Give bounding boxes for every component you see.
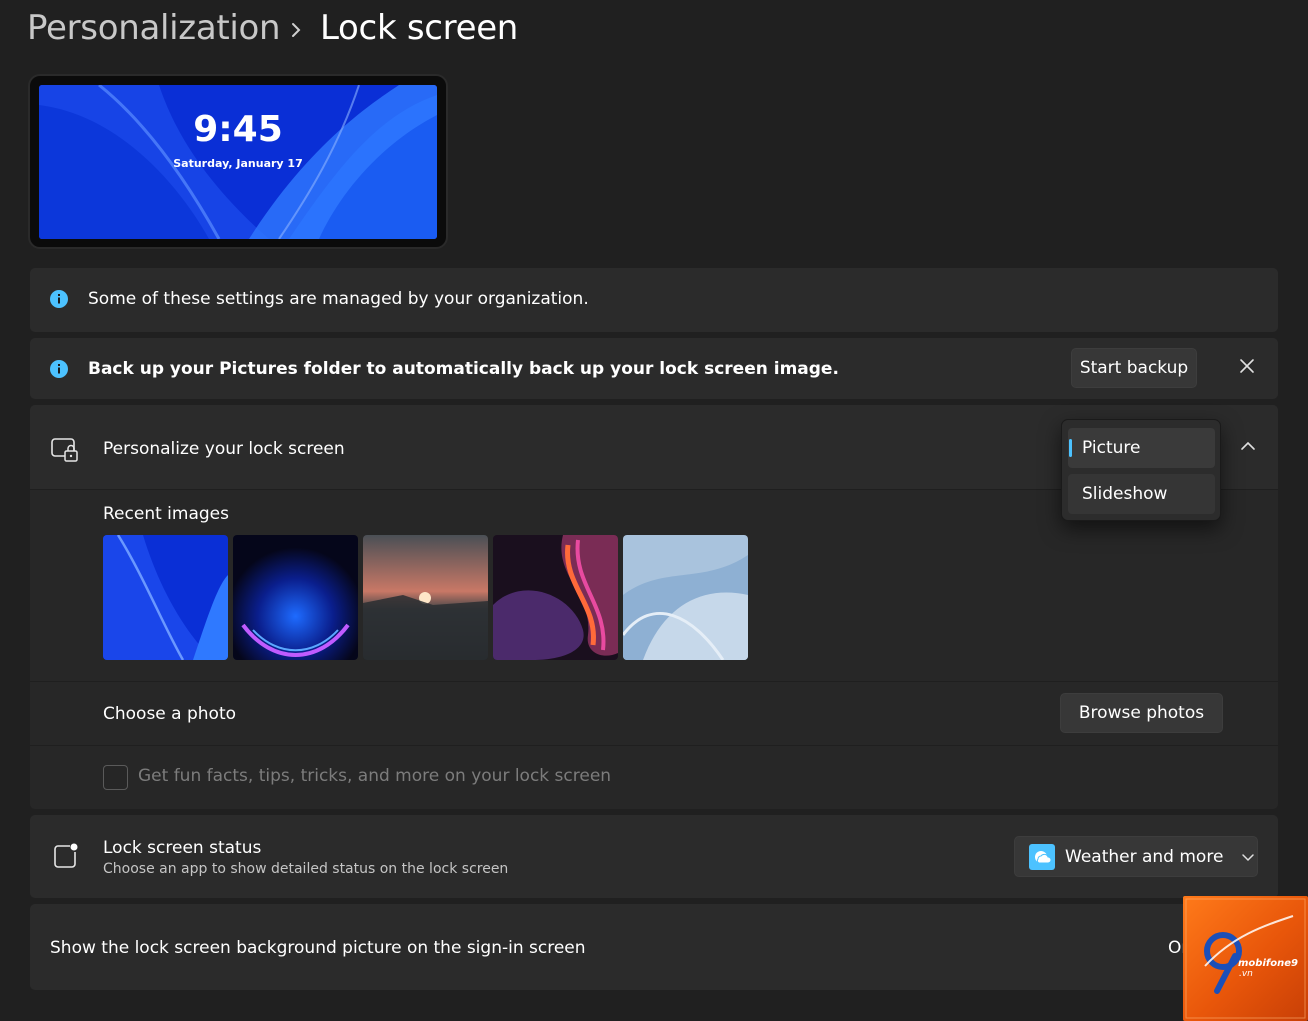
status-app-select[interactable]: Weather and more <box>1014 836 1258 877</box>
lock-screen-icon <box>51 438 78 462</box>
recent-image-4[interactable] <box>493 535 618 660</box>
status-title: Lock screen status <box>103 838 262 858</box>
dropdown-option-slideshow[interactable]: Slideshow <box>1068 474 1215 514</box>
breadcrumb-parent[interactable]: Personalization <box>27 8 281 48</box>
start-backup-button[interactable]: Start backup <box>1071 348 1197 388</box>
watermark-brand: mobifone9 <box>1238 958 1298 969</box>
dropdown-option-picture[interactable]: Picture <box>1068 428 1215 468</box>
signin-background-label: Show the lock screen background picture … <box>50 938 586 958</box>
page-title: Lock screen <box>320 8 519 48</box>
status-app-value: Weather and more <box>1065 846 1224 867</box>
personalize-title: Personalize your lock screen <box>103 439 345 459</box>
recent-image-3[interactable] <box>363 535 488 660</box>
preview-date: Saturday, January 17 <box>173 157 303 170</box>
chevron-down-icon <box>1242 853 1255 861</box>
selection-indicator <box>1069 439 1072 457</box>
divider <box>30 745 1278 746</box>
chevron-right-icon <box>292 23 301 37</box>
fun-facts-label: Get fun facts, tips, tricks, and more on… <box>138 766 612 786</box>
choose-photo-label: Choose a photo <box>103 704 237 724</box>
info-icon <box>50 290 68 308</box>
browse-photos-button[interactable]: Browse photos <box>1060 693 1223 733</box>
divider <box>30 681 1278 682</box>
lock-screen-type-dropdown[interactable]: Picture Slideshow <box>1061 419 1221 521</box>
weather-icon <box>1029 843 1055 870</box>
option-label: Picture <box>1082 438 1141 458</box>
watermark-domain: .vn <box>1239 969 1253 979</box>
backup-notice-text: Back up your Pictures folder to automati… <box>88 359 839 379</box>
recent-image-1[interactable] <box>103 535 228 660</box>
mobifone-watermark-logo: mobifone9 .vn <box>1183 896 1308 1021</box>
org-notice-text: Some of these settings are managed by yo… <box>88 289 589 309</box>
status-app-icon <box>54 843 78 868</box>
lock-screen-preview: 9:45 Saturday, January 17 <box>28 74 448 249</box>
info-icon <box>50 360 68 378</box>
recent-image-5[interactable] <box>623 535 748 660</box>
fun-facts-checkbox[interactable] <box>103 765 128 790</box>
option-label: Slideshow <box>1082 484 1168 504</box>
recent-image-2[interactable] <box>233 535 358 660</box>
chevron-up-icon[interactable] <box>1239 439 1257 453</box>
status-description: Choose an app to show detailed status on… <box>103 861 509 877</box>
close-icon[interactable] <box>1238 357 1256 375</box>
recent-images-label: Recent images <box>103 504 229 524</box>
preview-time: 9:45 <box>193 109 283 150</box>
preview-wallpaper: 9:45 Saturday, January 17 <box>39 85 437 239</box>
